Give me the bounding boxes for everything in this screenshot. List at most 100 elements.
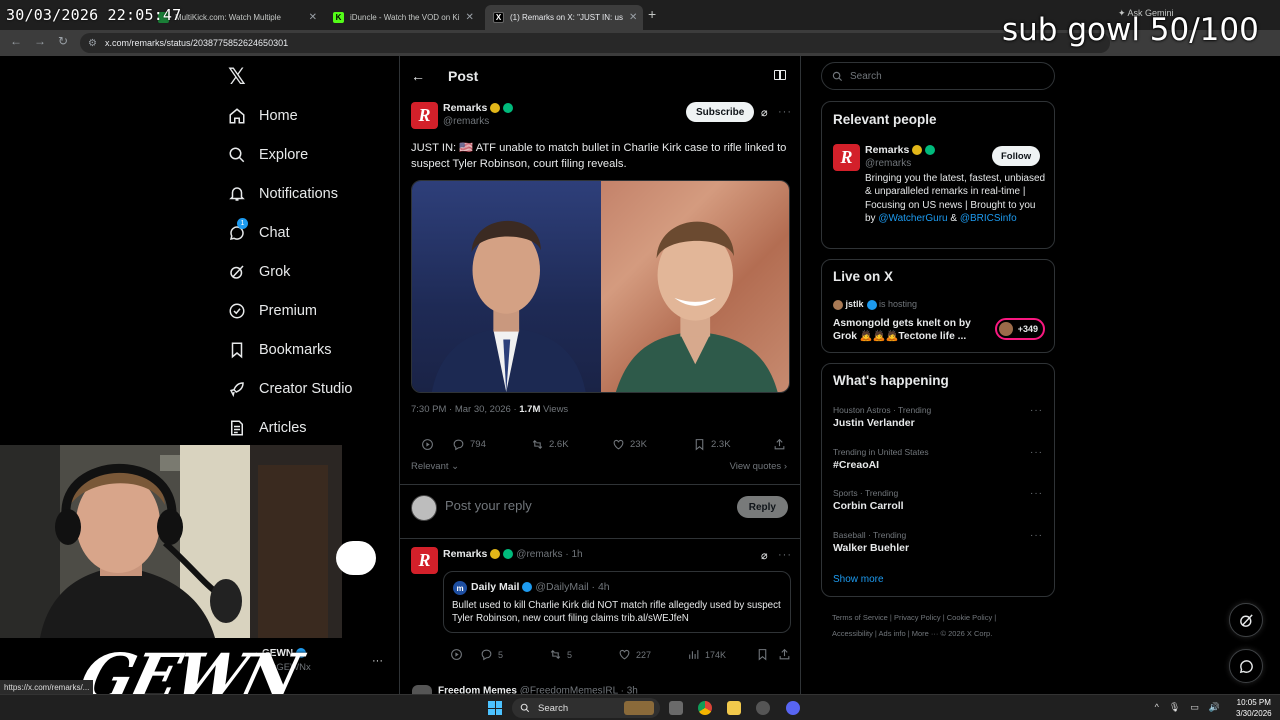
- nav-grok[interactable]: Grok: [228, 263, 290, 281]
- play-icon[interactable]: [450, 648, 468, 661]
- live-on-x-card[interactable]: Live on X jstlk is hosting Asmongold get…: [821, 259, 1055, 353]
- nav-notifications[interactable]: Notifications: [228, 185, 338, 203]
- subscribe-button[interactable]: Subscribe: [686, 102, 755, 122]
- author-handle[interactable]: @remarks: [443, 116, 489, 127]
- windows-start-icon[interactable]: [488, 701, 502, 715]
- tab-iduncle[interactable]: K iDuncle - Watch the VOD on Ki ✕: [325, 5, 480, 30]
- share-icon[interactable]: [773, 438, 791, 451]
- reply-button[interactable]: Reply: [736, 496, 788, 518]
- nav-explore[interactable]: Explore: [228, 146, 308, 164]
- more-options-icon[interactable]: ···: [1030, 447, 1043, 458]
- author-avatar[interactable]: R: [411, 102, 438, 129]
- grok-explain-icon[interactable]: ⌀: [761, 549, 768, 562]
- forward-icon[interactable]: →: [34, 34, 46, 48]
- task-view-icon[interactable]: [669, 701, 683, 715]
- nav-bookmarks[interactable]: Bookmarks: [228, 341, 332, 359]
- microphone-icon[interactable]: 🎙: [1169, 702, 1180, 713]
- reload-icon[interactable]: ↻: [58, 34, 68, 48]
- chevron-right-icon: ›: [783, 461, 787, 472]
- footer-links[interactable]: Terms of Service | Privacy Policy | Cook…: [832, 610, 1052, 642]
- relevant-handle[interactable]: @remarks: [865, 158, 911, 169]
- bookmark-action[interactable]: 2.3K: [693, 438, 731, 451]
- repost-action[interactable]: 2.6K: [531, 438, 569, 451]
- x-favicon-icon: X: [493, 12, 504, 23]
- nav-home[interactable]: Home: [228, 107, 298, 125]
- account-more-icon[interactable]: ···: [372, 655, 383, 667]
- nav-articles[interactable]: Articles: [228, 419, 307, 437]
- nav-premium[interactable]: Premium: [228, 302, 317, 320]
- share-icon[interactable]: [778, 648, 796, 661]
- trend-item[interactable]: Corbin Carroll: [833, 500, 904, 512]
- chrome-icon[interactable]: [698, 701, 712, 715]
- more-options-icon[interactable]: ···: [1030, 488, 1043, 499]
- quoted-post[interactable]: m Daily Mail @DailyMail · 4h Bullet used…: [443, 571, 791, 633]
- media-photo-right[interactable]: [600, 181, 789, 392]
- play-icon[interactable]: [421, 438, 439, 451]
- link-status-bar: https://x.com/remarks/...: [0, 680, 94, 694]
- site-info-icon[interactable]: ⚙: [88, 38, 97, 49]
- footer-line-1[interactable]: Terms of Service | Privacy Policy | Cook…: [832, 610, 1052, 626]
- relevant-people-title: Relevant people: [833, 112, 937, 127]
- more-options-icon[interactable]: ···: [1030, 405, 1043, 416]
- reply-input[interactable]: Post your reply: [445, 498, 532, 513]
- author-name-row[interactable]: Remarks: [443, 102, 514, 114]
- reply-count: 794: [470, 439, 486, 450]
- x-logo-icon[interactable]: 𝕏: [228, 64, 246, 90]
- nav-creator-studio[interactable]: Creator Studio: [228, 380, 353, 398]
- close-tab-icon[interactable]: ✕: [623, 12, 637, 23]
- more-options-icon[interactable]: ···: [778, 106, 792, 118]
- close-tab-icon[interactable]: ✕: [460, 12, 474, 23]
- like-action[interactable]: 227: [618, 648, 651, 661]
- quote-text: Bullet used to kill Charlie Kirk did NOT…: [452, 600, 781, 624]
- back-icon[interactable]: ←: [10, 34, 22, 48]
- url-field[interactable]: ⚙ x.com/remarks/status/20387758526246503…: [80, 33, 1110, 53]
- user-avatar[interactable]: [411, 495, 437, 521]
- sort-replies-dropdown[interactable]: Relevant ⌄: [411, 461, 459, 472]
- messages-float-button[interactable]: [1229, 649, 1263, 683]
- media-photo-left[interactable]: [412, 181, 601, 392]
- relevant-name: Remarks: [865, 144, 910, 156]
- reader-mode-icon[interactable]: [774, 70, 786, 80]
- follow-button[interactable]: Follow: [992, 146, 1041, 166]
- like-action[interactable]: 23K: [612, 438, 647, 451]
- network-icon[interactable]: ▭: [1190, 702, 1199, 713]
- trend-item[interactable]: Walker Buehler: [833, 542, 909, 554]
- post-timestamp[interactable]: 7:30 PM · Mar 30, 2026 · 1.7M Views: [411, 404, 568, 415]
- search-input[interactable]: Search: [821, 62, 1055, 90]
- bookmark-icon[interactable]: [756, 648, 774, 661]
- more-options-icon[interactable]: ···: [778, 549, 792, 561]
- relevant-name-row[interactable]: Remarks: [865, 144, 936, 156]
- new-tab-button[interactable]: +: [648, 6, 656, 22]
- reply-action[interactable]: 794: [452, 438, 486, 451]
- post-media[interactable]: [411, 180, 790, 393]
- grok-explain-icon[interactable]: ⌀: [761, 106, 768, 119]
- trend-item[interactable]: #CreaoAI: [833, 459, 879, 471]
- view-quotes-link[interactable]: View quotes ›: [730, 461, 787, 472]
- nav-chat[interactable]: 1 Chat: [228, 218, 290, 242]
- reply-author-avatar[interactable]: R: [411, 547, 438, 574]
- repost-action[interactable]: 5: [549, 648, 572, 661]
- close-tab-icon[interactable]: ✕: [303, 12, 317, 23]
- back-arrow-icon[interactable]: ←: [411, 68, 425, 84]
- show-more-link[interactable]: Show more: [833, 574, 884, 585]
- tab-remarks-active[interactable]: X (1) Remarks on X: "JUST IN: us ✕: [485, 5, 643, 30]
- taskbar-search[interactable]: Search: [512, 698, 660, 718]
- discord-icon[interactable]: [786, 701, 800, 715]
- windows-taskbar: Search ^ 🎙 ▭ 🔊 10:05 PM 3/30/2026: [0, 694, 1280, 720]
- bio-link-watcherguru[interactable]: @WatcherGuru: [878, 213, 947, 224]
- reply-author-row[interactable]: Remarks @remarks · 1h: [443, 548, 583, 560]
- views-action[interactable]: 174K: [687, 648, 726, 661]
- reply-action[interactable]: 5: [480, 648, 503, 661]
- volume-icon[interactable]: 🔊: [1209, 702, 1220, 713]
- bio-link-bricsinfo[interactable]: @BRICSinfo: [960, 213, 1017, 224]
- more-options-icon[interactable]: ···: [1030, 530, 1043, 541]
- obs-icon[interactable]: [756, 701, 770, 715]
- footer-line-2[interactable]: Accessibility | Ads info | More ··· © 20…: [832, 626, 1052, 642]
- relevant-avatar[interactable]: R: [833, 144, 860, 171]
- taskbar-clock[interactable]: 10:05 PM 3/30/2026: [1236, 697, 1272, 719]
- post-header: ← Post: [400, 56, 800, 96]
- file-explorer-icon[interactable]: [727, 701, 741, 715]
- tray-chevron-icon[interactable]: ^: [1155, 702, 1159, 713]
- grok-float-button[interactable]: [1229, 603, 1263, 637]
- trend-item[interactable]: Justin Verlander: [833, 417, 915, 429]
